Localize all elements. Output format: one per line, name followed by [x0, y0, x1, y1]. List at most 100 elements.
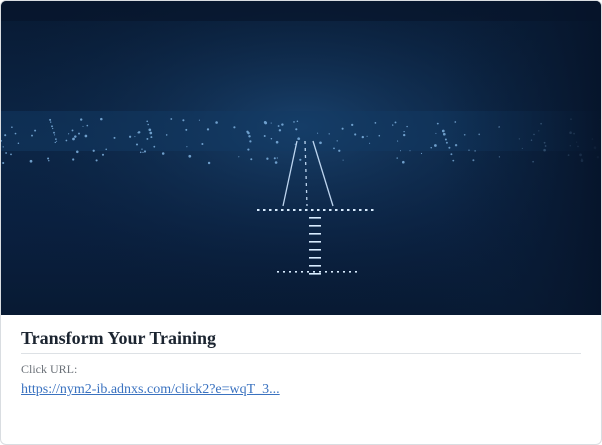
- city-light-dot: [134, 136, 136, 138]
- city-light-dot: [293, 121, 295, 123]
- card-title: Transform Your Training: [21, 327, 581, 354]
- approach-bar-light: [349, 271, 351, 273]
- city-light-dot: [10, 153, 12, 156]
- city-light-dot: [5, 152, 8, 154]
- city-light-dot: [11, 126, 13, 128]
- threshold-light: [347, 209, 350, 211]
- city-light-dot: [394, 121, 397, 124]
- city-light-dot: [143, 150, 147, 153]
- city-light-dot: [185, 128, 188, 131]
- city-light-dot: [78, 132, 80, 135]
- city-light-dot: [201, 142, 204, 146]
- city-light-dot: [273, 157, 276, 160]
- city-light-dot: [95, 159, 98, 162]
- city-light-dot: [299, 158, 302, 161]
- city-light-dot: [215, 121, 218, 124]
- city-light-dot: [298, 137, 301, 140]
- city-light-dot: [49, 118, 52, 121]
- city-light-dot: [403, 133, 406, 137]
- approach-light: [309, 257, 321, 259]
- city-light-dot: [82, 125, 84, 127]
- city-light-dot: [100, 117, 103, 121]
- threshold-light: [293, 209, 296, 211]
- city-light-dot: [186, 146, 188, 148]
- city-light-dot: [34, 129, 37, 132]
- approach-light: [309, 265, 321, 267]
- city-light-dot: [146, 137, 149, 140]
- threshold-light: [353, 209, 356, 211]
- city-light-dot: [198, 119, 200, 121]
- approach-light: [309, 233, 321, 235]
- city-light-dot: [56, 140, 58, 142]
- threshold-light: [359, 209, 362, 211]
- city-light-dot: [361, 135, 364, 139]
- city-light-dot: [369, 142, 371, 144]
- city-light-dot: [161, 152, 165, 155]
- city-light-dot: [72, 158, 75, 161]
- city-light-dot: [296, 120, 299, 123]
- city-light-dot: [113, 136, 116, 139]
- ad-card: Transform Your Training Click URL: https…: [0, 0, 602, 445]
- approach-bar-light: [325, 271, 327, 273]
- approach-bar-light: [307, 271, 309, 273]
- city-light-dot: [188, 154, 192, 158]
- approach-bar-light: [343, 271, 345, 273]
- threshold-light: [311, 209, 314, 211]
- approach-bar-light: [301, 271, 303, 273]
- approach-light: [309, 273, 321, 275]
- city-light-dot: [14, 132, 17, 135]
- city-light-dot: [105, 148, 107, 151]
- city-light-dot: [274, 161, 278, 164]
- city-light-dot: [137, 131, 140, 134]
- approach-light: [309, 225, 321, 227]
- city-light-dot: [147, 123, 149, 126]
- approach-bar-light: [331, 271, 333, 273]
- city-light-dot: [150, 136, 153, 139]
- city-light-dot: [153, 145, 156, 148]
- approach-light: [309, 249, 321, 251]
- city-light-dot: [17, 142, 20, 144]
- city-light-dot: [270, 138, 273, 140]
- city-light-dot: [92, 149, 95, 152]
- threshold-light: [275, 209, 278, 211]
- city-light-dot: [397, 140, 399, 142]
- city-light-dot: [54, 141, 57, 144]
- city-light-dot: [149, 131, 153, 135]
- hero-image[interactable]: [1, 1, 601, 315]
- approach-bar-light: [355, 271, 357, 273]
- city-light-dot: [341, 127, 344, 130]
- card-body: Transform Your Training Click URL: https…: [21, 327, 581, 398]
- city-light-dot: [206, 128, 210, 131]
- city-light-dot: [29, 159, 33, 163]
- city-light-dot: [50, 121, 52, 123]
- city-light-dot: [2, 161, 5, 165]
- city-light-dot: [248, 135, 251, 138]
- city-light-dot: [406, 125, 408, 128]
- city-light-dot: [270, 122, 272, 124]
- click-url-link[interactable]: https://nym2-ib.adnxs.com/click2?e=wqT_3…: [21, 381, 280, 398]
- city-light-dot: [48, 159, 50, 162]
- city-light-dot: [392, 124, 394, 126]
- city-light-dot: [128, 135, 132, 138]
- city-light-dot: [434, 144, 437, 147]
- city-light-dot: [354, 133, 357, 136]
- approach-bar-light: [295, 271, 297, 273]
- city-light-dot: [141, 148, 143, 150]
- city-light-dot: [319, 141, 322, 145]
- threshold-light: [281, 209, 284, 211]
- city-light-dot: [247, 148, 250, 151]
- threshold-light: [263, 209, 266, 211]
- city-light-dot: [277, 125, 280, 127]
- city-light-dot: [374, 122, 377, 124]
- city-light-dot: [317, 132, 319, 134]
- city-light-dot: [396, 157, 398, 159]
- city-light-dot: [403, 130, 405, 133]
- threshold-light: [305, 209, 308, 211]
- city-light-dot: [65, 139, 68, 142]
- city-light-dot: [71, 129, 74, 132]
- city-light-dot: [351, 123, 354, 127]
- threshold-light: [269, 209, 272, 211]
- city-light-dot: [165, 134, 168, 136]
- city-light-dot: [80, 118, 83, 121]
- city-light-dot: [55, 138, 57, 140]
